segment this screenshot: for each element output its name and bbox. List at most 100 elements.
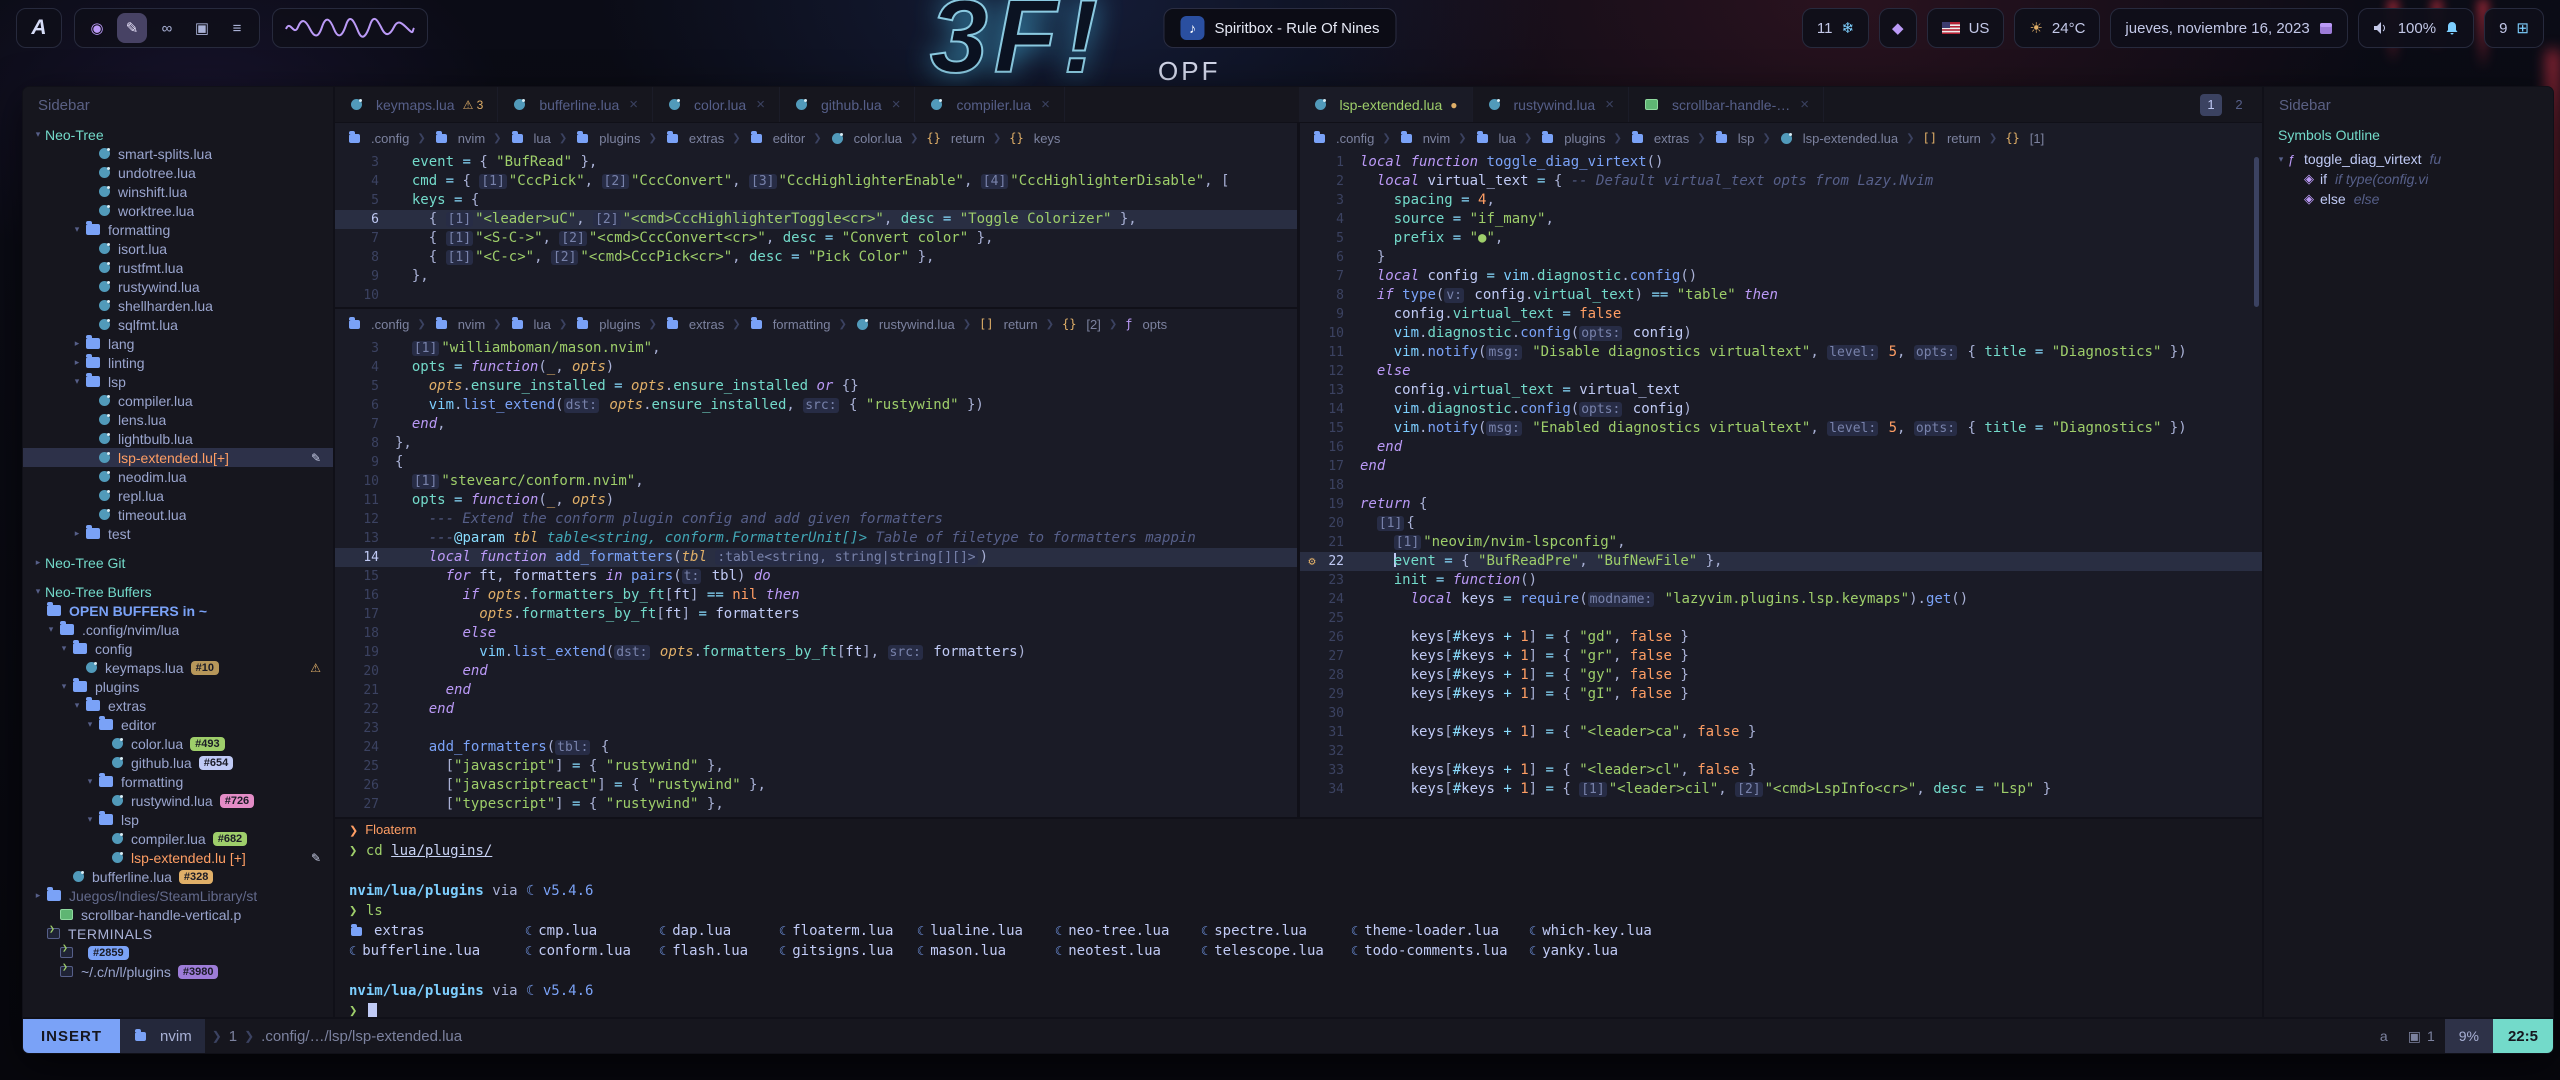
- code-line-15[interactable]: 15 for ft, formatters in pairs(t: tbl) d…: [335, 567, 1297, 586]
- tab-keymaps.lua[interactable]: keymaps.lua⚠ 3: [335, 87, 498, 122]
- tab-color.lua[interactable]: color.lua×: [653, 87, 780, 122]
- code-line-26[interactable]: 26 keys[#keys + 1] = { "gd", false }: [1300, 628, 2262, 647]
- tabpage-2[interactable]: 2: [2228, 94, 2250, 116]
- media-notification[interactable]: ♪ Spiritbox - Rule Of Nines: [1163, 8, 1396, 48]
- code-line-7[interactable]: 7 end,: [335, 415, 1297, 434]
- breadcrumb-item-.config[interactable]: .config: [347, 131, 409, 146]
- tree-item-github.lua[interactable]: github.lua#654: [23, 753, 333, 772]
- breadcrumb-item-color.lua[interactable]: color.lua: [830, 131, 902, 146]
- tree-item-lsp-extended.lu[interactable]: lsp-extended.lu [+]✎: [23, 848, 333, 867]
- code-line-18[interactable]: 18: [1300, 476, 2262, 495]
- code-line-11[interactable]: 11 opts = function(_, opts): [335, 491, 1297, 510]
- launcher-logo-button[interactable]: A: [16, 8, 62, 48]
- code-line-13[interactable]: 13 config.virtual_text = virtual_text: [1300, 381, 2262, 400]
- breadcrumb-item-1[interactable]: {}[1]: [2005, 131, 2044, 146]
- tree-item-plugins[interactable]: ▾plugins: [23, 677, 333, 696]
- code-area-rustywind-lua[interactable]: 3 [1]"williamboman/mason.nvim",4 opts = …: [335, 339, 1297, 817]
- tree-item-editor[interactable]: ▾editor: [23, 715, 333, 734]
- tree-item-undotree.lua[interactable]: undotree.lua: [23, 163, 333, 182]
- neotree-panel[interactable]: ▾Neo-Treesmart-splits.luaundotree.luawin…: [23, 123, 333, 1017]
- tree-item-isort.lua[interactable]: isort.lua: [23, 239, 333, 258]
- tree-item-test[interactable]: ▸test: [23, 524, 333, 543]
- close-icon[interactable]: ×: [1041, 96, 1050, 113]
- code-line-17[interactable]: 17end: [1300, 457, 2262, 476]
- tree-item-formatting[interactable]: ▾formatting: [23, 220, 333, 239]
- close-icon[interactable]: ×: [892, 96, 901, 113]
- code-line-4[interactable]: 4 source = "if_many",: [1300, 210, 2262, 229]
- breadcrumb-item-opts[interactable]: ƒopts: [1125, 317, 1167, 332]
- tree-item-.config-nvim-lua[interactable]: ▾.config/nvim/lua: [23, 620, 333, 639]
- outline-item-toggle-diag-virtext[interactable]: ▾ƒtoggle_diag_virtextfu: [2264, 149, 2553, 169]
- tab-bufferline.lua[interactable]: bufferline.lua×: [498, 87, 653, 122]
- code-line-16[interactable]: 16 if opts.formatters_by_ft[ft] == nil t…: [335, 586, 1297, 605]
- tree-item-.c-n-l-plugins[interactable]: ~/.c/n/l/plugins#3980: [23, 962, 333, 981]
- code-line-3[interactable]: 3 event = { "BufRead" },: [335, 153, 1297, 172]
- code-line-27[interactable]: 27 keys[#keys + 1] = { "gr", false }: [1300, 647, 2262, 666]
- breadcrumb-item-formatting[interactable]: formatting: [749, 317, 831, 332]
- code-line-33[interactable]: 33 keys[#keys + 1] = { "<leader>cl", fal…: [1300, 761, 2262, 780]
- outline-item-if[interactable]: ◈ifif type(config.vi: [2264, 169, 2553, 189]
- tree-item-scrollbar-handle-vertical.p[interactable]: scrollbar-handle-vertical.p: [23, 905, 333, 924]
- code-line-14[interactable]: 14 local function add_formatters(tbl :ta…: [335, 548, 1297, 567]
- tree-item-lsp-extended.lu[interactable]: lsp-extended.lu[+]✎: [23, 448, 333, 467]
- tree-item-sqlfmt.lua[interactable]: sqlfmt.lua: [23, 315, 333, 334]
- neotree-section-neo-tree-git[interactable]: ▸Neo-Tree Git: [23, 553, 333, 572]
- tree-item-config[interactable]: ▾config: [23, 639, 333, 658]
- code-line-7[interactable]: 7 local config = vim.diagnostic.config(): [1300, 267, 2262, 286]
- scrollbar-handle[interactable]: [2254, 157, 2259, 307]
- tree-item-terminals[interactable]: TERMINALS: [23, 924, 333, 943]
- tab-compiler.lua[interactable]: compiler.lua×: [915, 87, 1064, 122]
- code-line-2[interactable]: 2 local virtual_text = { -- Default virt…: [1300, 172, 2262, 191]
- code-line-8[interactable]: 8 { [1]"<C-c>", [2]"<cmd>CccPick<cr>", d…: [335, 248, 1297, 267]
- code-line-19[interactable]: 19 vim.list_extend(dst: opts.formatters_…: [335, 643, 1297, 662]
- tree-item-shellharden.lua[interactable]: shellharden.lua: [23, 296, 333, 315]
- code-line-22[interactable]: 22 end: [335, 700, 1297, 719]
- audio-waveform-widget[interactable]: [272, 8, 428, 48]
- code-line-21[interactable]: 21 [1]"neovim/nvim-lspconfig",: [1300, 533, 2262, 552]
- code-line-13[interactable]: 13 ---@param tbl table<string, conform.F…: [335, 529, 1297, 548]
- launcher-icon-1[interactable]: ◉: [82, 13, 112, 43]
- code-line-14[interactable]: 14 vim.diagnostic.config(opts: config): [1300, 400, 2262, 419]
- breadcrumb-item-nvim[interactable]: nvim: [434, 131, 485, 146]
- code-line-16[interactable]: 16 end: [1300, 438, 2262, 457]
- tree-item-linting[interactable]: ▸linting: [23, 353, 333, 372]
- code-line-5[interactable]: 5 opts.ensure_installed = opts.ensure_in…: [335, 377, 1297, 396]
- tree-item-rustfmt.lua[interactable]: rustfmt.lua: [23, 258, 333, 277]
- neotree-section-neo-tree[interactable]: ▾Neo-Tree: [23, 125, 333, 144]
- code-line-9[interactable]: 9{: [335, 453, 1297, 472]
- launcher-icon-2[interactable]: ✎: [117, 13, 147, 43]
- workspace-module[interactable]: 9 ⊞: [2484, 8, 2544, 48]
- tree-item-extras[interactable]: ▾extras: [23, 696, 333, 715]
- tree-item-rustywind.lua[interactable]: rustywind.lua#726: [23, 791, 333, 810]
- code-line-10[interactable]: 10 [1]"stevearc/conform.nvim",: [335, 472, 1297, 491]
- breadcrumb-item-nvim[interactable]: nvim: [1399, 131, 1450, 146]
- code-line-17[interactable]: 17 opts.formatters_by_ft[ft] = formatter…: [335, 605, 1297, 624]
- breadcrumb-item-lua[interactable]: lua: [510, 131, 551, 146]
- breadcrumb-item-return[interactable]: []return: [979, 317, 1037, 332]
- code-line-6[interactable]: 6 vim.list_extend(dst: opts.ensure_insta…: [335, 396, 1297, 415]
- code-line-3[interactable]: 3 spacing = 4,: [1300, 191, 2262, 210]
- tab-lsp-extended.lua[interactable]: lsp-extended.lua●: [1299, 87, 1473, 122]
- keyboard-layout-module[interactable]: US: [1927, 8, 2005, 48]
- code-line-20[interactable]: 20 end: [335, 662, 1297, 681]
- breadcrumb-item-plugins[interactable]: plugins: [575, 131, 640, 146]
- tree-item-open-buffers-in[interactable]: OPEN BUFFERS in ~: [23, 601, 333, 620]
- tree-item-2859[interactable]: #2859: [23, 943, 333, 962]
- breadcrumb-item-plugins[interactable]: plugins: [575, 317, 640, 332]
- tree-item-lang[interactable]: ▸lang: [23, 334, 333, 353]
- breadcrumb-item-plugins[interactable]: plugins: [1540, 131, 1605, 146]
- code-line-9[interactable]: 9 config.virtual_text = false: [1300, 305, 2262, 324]
- breadcrumb-item-extras[interactable]: extras: [665, 317, 724, 332]
- breadcrumb-item-return[interactable]: []return: [1923, 131, 1981, 146]
- code-line-6[interactable]: 6 { [1]"<leader>uC", [2]"<cmd>CccHighlig…: [335, 210, 1297, 229]
- code-line-4[interactable]: 4 cmd = { [1]"CccPick", [2]"CccConvert",…: [335, 172, 1297, 191]
- code-line-23[interactable]: 23 init = function(): [1300, 571, 2262, 590]
- launcher-icon-3[interactable]: ∞: [152, 13, 182, 43]
- tree-item-formatting[interactable]: ▾formatting: [23, 772, 333, 791]
- breadcrumb-item-lsp[interactable]: lsp: [1714, 131, 1755, 146]
- code-line-28[interactable]: 28 keys[#keys + 1] = { "gy", false }: [1300, 666, 2262, 685]
- code-line-10[interactable]: 10: [335, 286, 1297, 305]
- tree-item-lens.lua[interactable]: lens.lua: [23, 410, 333, 429]
- code-line-29[interactable]: 29 keys[#keys + 1] = { "gI", false }: [1300, 685, 2262, 704]
- code-line-12[interactable]: 12 else: [1300, 362, 2262, 381]
